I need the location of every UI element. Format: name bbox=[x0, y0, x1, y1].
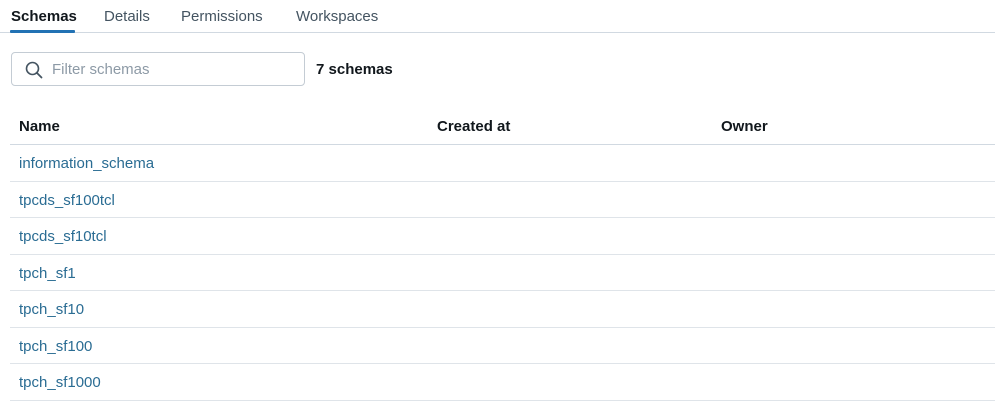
table-header: Name Created at Owner bbox=[10, 108, 995, 145]
table-row: tpch_sf1000 bbox=[10, 364, 995, 401]
schema-count: 7 schemas bbox=[316, 61, 393, 78]
table-row: tpcds_sf10tcl bbox=[10, 218, 995, 255]
table-row: tpch_sf100 bbox=[10, 328, 995, 364]
column-header-owner[interactable]: Owner bbox=[721, 118, 768, 135]
tab-bar: Schemas Details Permissions Workspaces bbox=[0, 0, 995, 33]
schema-link[interactable]: tpch_sf10 bbox=[19, 301, 84, 318]
tab-workspaces[interactable]: Workspaces bbox=[296, 8, 378, 26]
search-icon bbox=[25, 61, 43, 79]
table-row: information_schema bbox=[10, 145, 995, 182]
schema-link[interactable]: tpch_sf1 bbox=[19, 265, 76, 282]
table-row: tpcds_sf100tcl bbox=[10, 182, 995, 218]
search-input[interactable] bbox=[52, 54, 297, 84]
tab-details[interactable]: Details bbox=[104, 8, 150, 26]
tab-schemas[interactable]: Schemas bbox=[11, 8, 77, 26]
schema-link[interactable]: tpcds_sf10tcl bbox=[19, 228, 107, 245]
schema-link[interactable]: tpcds_sf100tcl bbox=[19, 192, 115, 209]
schema-link[interactable]: tpch_sf100 bbox=[19, 338, 92, 355]
search-box[interactable] bbox=[11, 52, 305, 86]
column-header-name[interactable]: Name bbox=[19, 118, 60, 135]
table-row: tpch_sf10 bbox=[10, 291, 995, 328]
schemas-page: Schemas Details Permissions Workspaces 7… bbox=[0, 0, 1000, 408]
table-row: tpch_sf1 bbox=[10, 255, 995, 291]
schema-link[interactable]: tpch_sf1000 bbox=[19, 374, 101, 391]
schemas-table: Name Created at Owner information_schema… bbox=[10, 108, 995, 401]
column-header-created-at[interactable]: Created at bbox=[437, 118, 510, 135]
schema-link[interactable]: information_schema bbox=[19, 155, 154, 172]
active-tab-indicator bbox=[10, 30, 75, 33]
tab-permissions[interactable]: Permissions bbox=[181, 8, 263, 26]
